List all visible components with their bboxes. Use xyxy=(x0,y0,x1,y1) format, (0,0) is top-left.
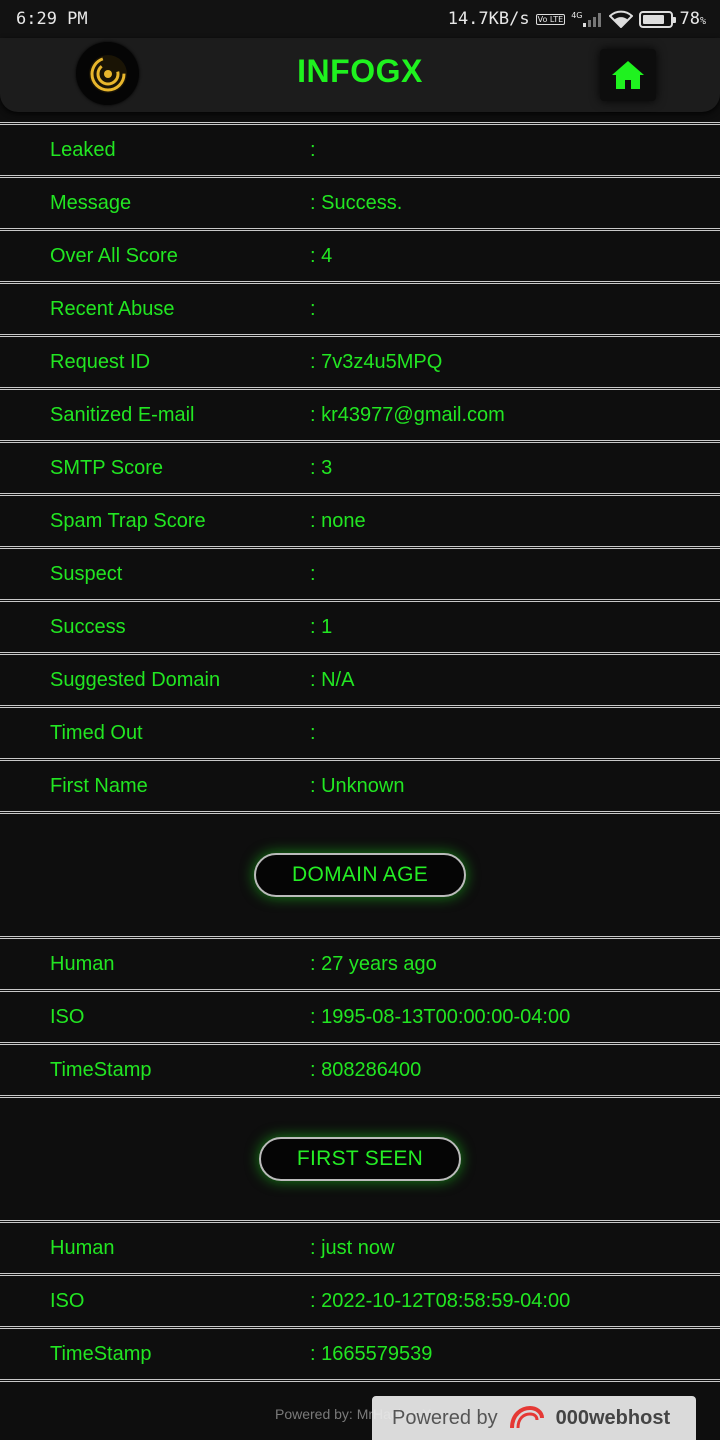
info-label: Suspect xyxy=(50,562,123,585)
info-value: : 7v3z4u5MPQ xyxy=(310,350,443,373)
wifi-icon xyxy=(609,10,634,28)
net-speed: 14.7KB/s xyxy=(447,9,530,29)
info-value: : 4 xyxy=(310,244,333,267)
webhost-prefix: Powered by xyxy=(392,1406,498,1429)
app-bar: INFOGX xyxy=(0,38,720,112)
domain-age-button[interactable]: DOMAIN AGE xyxy=(253,853,467,897)
info-label: TimeStamp xyxy=(50,1058,152,1081)
info-value: : 27 years ago xyxy=(310,952,437,975)
info-row: Human : just now xyxy=(0,1223,720,1276)
info-row: Human : 27 years ago xyxy=(0,939,720,992)
info-label: Success xyxy=(50,615,126,638)
info-value: : 808286400 xyxy=(310,1058,422,1081)
info-label: ISO xyxy=(50,1289,85,1312)
info-row: Message : Success. xyxy=(0,178,720,231)
battery-percent: 78% xyxy=(679,9,706,29)
info-label: Leaked xyxy=(50,138,116,161)
info-value: : kr43977@gmail.com xyxy=(310,403,505,426)
info-label: First Name xyxy=(50,774,148,797)
first-seen-button[interactable]: FIRST SEEN xyxy=(258,1137,462,1181)
first-seen-header: FIRST SEEN xyxy=(0,1098,720,1220)
info-row: Sanitized E-mail : kr43977@gmail.com xyxy=(0,390,720,443)
info-value: : xyxy=(310,562,316,585)
info-row: Leaked: xyxy=(0,125,720,178)
info-label: Timed Out xyxy=(50,721,143,744)
signal-icon: 4G xyxy=(571,11,603,27)
info-label: Request ID xyxy=(50,350,151,373)
info-row: Request ID : 7v3z4u5MPQ xyxy=(0,337,720,390)
webhost-brand: 000webhost xyxy=(555,1406,671,1429)
info-label: Suggested Domain xyxy=(50,668,221,691)
info-value: : xyxy=(310,138,316,161)
info-label: Recent Abuse xyxy=(50,297,175,320)
result-content: Leaked: Message : Success. Over All Score : … xyxy=(0,122,720,1382)
info-row: ISO : 1995-08-13T00:00:00-04:00 xyxy=(0,992,720,1045)
info-value: : none xyxy=(310,509,366,532)
volte-icon: Vo LTE xyxy=(535,13,566,25)
info-label: Message xyxy=(50,191,132,214)
status-bar: 6:29 PM 14.7KB/s Vo LTE 4G 78% xyxy=(0,0,720,38)
info-value: : N/A xyxy=(310,668,355,691)
info-value: : Unknown xyxy=(310,774,405,797)
domain-age-header: DOMAIN AGE xyxy=(0,814,720,936)
info-label: Human xyxy=(50,952,115,975)
info-value: : Success. xyxy=(310,191,403,214)
info-row: First Name : Unknown xyxy=(0,761,720,814)
info-value: : just now xyxy=(310,1236,395,1259)
info-row: Timed Out: xyxy=(0,708,720,761)
webhost-badge[interactable]: Powered by 000webhost xyxy=(372,1396,696,1440)
info-value: : 3 xyxy=(310,456,333,479)
network-type: 4G xyxy=(571,11,583,20)
info-label: Human xyxy=(50,1236,115,1259)
main-info-section: Leaked: Message : Success. Over All Score : … xyxy=(0,122,720,814)
footer: Powered by: MrHacker-X Powered by 000web… xyxy=(0,1396,720,1440)
home-icon xyxy=(612,61,644,89)
info-value: : 2022-10-12T08:58:59-04:00 xyxy=(310,1289,571,1312)
info-value: : 1665579539 xyxy=(310,1342,433,1365)
info-row: ISO : 2022-10-12T08:58:59-04:00 xyxy=(0,1276,720,1329)
info-label: Over All Score xyxy=(50,244,178,267)
info-value: : 1995-08-13T00:00:00-04:00 xyxy=(310,1005,571,1028)
info-row: Spam Trap Score : none xyxy=(0,496,720,549)
info-row: Recent Abuse: xyxy=(0,284,720,337)
home-button[interactable] xyxy=(600,49,656,101)
info-value: : 1 xyxy=(310,615,333,638)
info-label: TimeStamp xyxy=(50,1342,152,1365)
battery-icon xyxy=(639,10,677,28)
status-icons: 14.7KB/s Vo LTE 4G 78% xyxy=(448,9,706,29)
webhost-logo-icon xyxy=(509,1405,544,1429)
domain-age-section: Human : 27 years ago ISO : 1995-08-13T00:00… xyxy=(0,936,720,1098)
info-row: Suspect: xyxy=(0,549,720,602)
info-value: : xyxy=(310,721,316,744)
first-seen-section: Human : just now ISO : 2022-10-12T08:58:59-… xyxy=(0,1220,720,1382)
status-time: 6:29 PM xyxy=(16,9,88,29)
info-row: SMTP Score : 3 xyxy=(0,443,720,496)
info-row: TimeStamp : 808286400 xyxy=(0,1045,720,1098)
info-value: : xyxy=(310,297,316,320)
info-row: Success : 1 xyxy=(0,602,720,655)
info-row: TimeStamp : 1665579539 xyxy=(0,1329,720,1382)
info-label: ISO xyxy=(50,1005,85,1028)
info-row: Suggested Domain : N/A xyxy=(0,655,720,708)
info-label: Spam Trap Score xyxy=(50,509,206,532)
info-label: Sanitized E-mail xyxy=(50,403,195,426)
info-label: SMTP Score xyxy=(50,456,163,479)
info-row: Over All Score : 4 xyxy=(0,231,720,284)
